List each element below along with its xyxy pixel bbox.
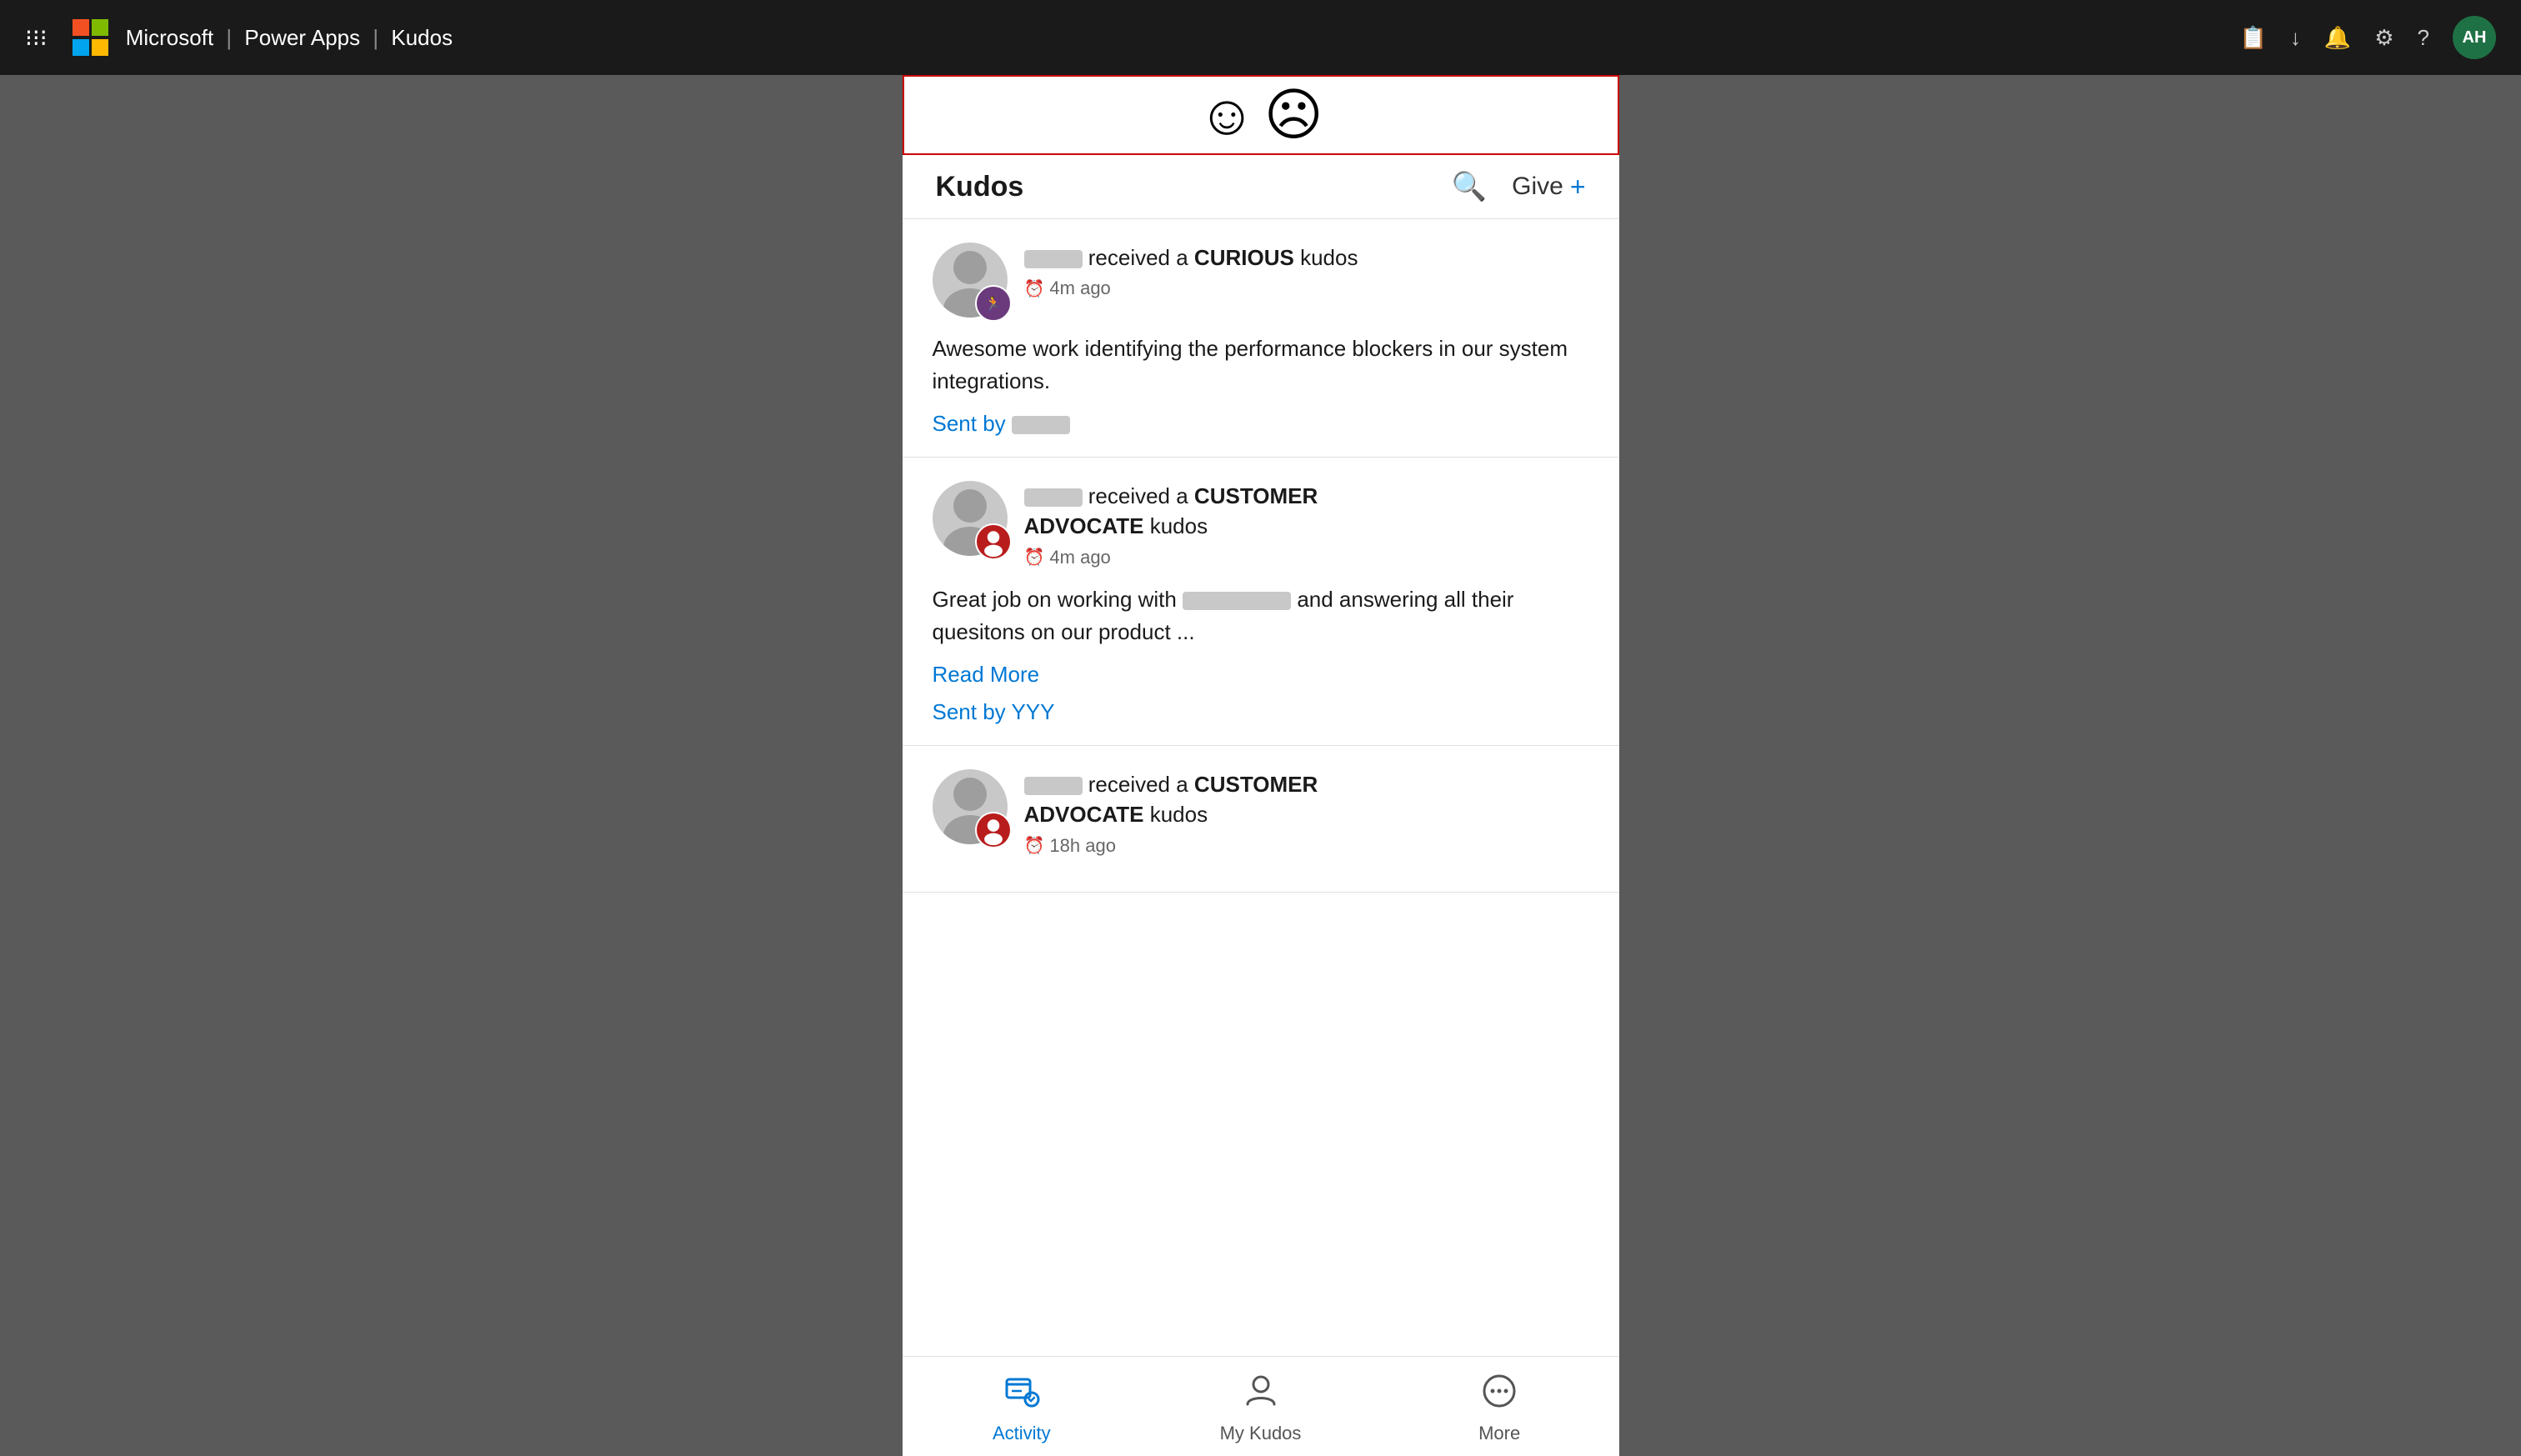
topbar: ⁝⁝⁝ Microsoft | Power Apps | Kudos 📋 ↓ 🔔… (0, 0, 2521, 75)
received-text: received a (1088, 772, 1194, 797)
search-button[interactable]: 🔍 (1452, 170, 1487, 203)
more-nav-label: More (1478, 1423, 1520, 1444)
kudos-badge (975, 812, 1012, 848)
recipient-avatar-wrapper: 🏃 (933, 243, 1008, 318)
received-text: received a (1088, 483, 1194, 508)
feed-item-time: ⏰ 4m ago (1024, 278, 1589, 299)
bottom-nav-my-kudos[interactable]: My Kudos (1141, 1373, 1380, 1444)
bottom-nav: Activity My Kudos (903, 1356, 1619, 1456)
topbar-separator: | (226, 25, 238, 50)
bottom-nav-activity[interactable]: Activity (903, 1373, 1142, 1444)
more-nav-icon (1481, 1373, 1518, 1409)
sent-by[interactable]: Sent by (933, 411, 1589, 437)
kudos-badge (975, 523, 1012, 560)
give-label: Give (1512, 173, 1563, 201)
ms-logo (73, 19, 109, 56)
topbar-right: 📋 ↓ 🔔 ⚙ ? AH (2239, 16, 2496, 59)
help-icon[interactable]: ? (2418, 25, 2429, 51)
recipient-avatar-wrapper (933, 481, 1008, 556)
clock-icon: ⏰ (1024, 278, 1045, 299)
recipient-avatar-wrapper (933, 769, 1008, 844)
feed-item-time: ⏰ 18h ago (1024, 835, 1589, 857)
time-label: 4m ago (1049, 278, 1110, 299)
recipient-name-blurred (1024, 777, 1083, 795)
notification-icon[interactable]: 🔔 (2324, 25, 2351, 51)
share-icon[interactable]: 📋 (2239, 25, 2266, 51)
sender-name-blurred (1012, 416, 1070, 434)
received-text: received a (1088, 245, 1194, 270)
svg-text:🏃: 🏃 (984, 295, 1001, 311)
feed-item-body: Awesome work identifying the performance… (933, 333, 1589, 398)
ms-logo-red (73, 19, 89, 36)
read-more-link[interactable]: Read More (933, 662, 1589, 688)
ms-logo-blue (73, 39, 89, 56)
kudos-title: Kudos (936, 171, 1024, 203)
feed-item-info: received a CUSTOMERADVOCATE kudos ⏰ 4m a… (1024, 481, 1589, 568)
topbar-separator2: | (373, 25, 384, 50)
feed-item-header: received a CUSTOMERADVOCATE kudos ⏰ 18h … (933, 769, 1589, 857)
kudos-titlebar: Kudos 🔍 Give + (903, 155, 1619, 219)
ms-logo-yellow (92, 39, 108, 56)
kudos-suffix: kudos (1150, 802, 1208, 827)
sad-face-icon: ☹ (1264, 87, 1323, 143)
download-icon[interactable]: ↓ (2290, 25, 2301, 51)
time-label: 18h ago (1049, 835, 1116, 857)
topbar-app-name: Power Apps (244, 25, 360, 50)
topbar-left: ⁝⁝⁝ Microsoft | Power Apps | Kudos (25, 19, 453, 56)
settings-icon[interactable]: ⚙ (2374, 25, 2393, 51)
emoji-header: ☺ ☹ (903, 75, 1619, 155)
recipient-name-blurred (1024, 250, 1083, 268)
kudos-title-actions: 🔍 Give + (1452, 170, 1586, 203)
feed-item-info: received a CURIOUS kudos ⏰ 4m ago (1024, 243, 1589, 299)
my-kudos-icon (1243, 1373, 1279, 1418)
feed-item: 🏃 received a CURIOUS kudos ⏰ (903, 219, 1619, 458)
activity-nav-label: Activity (993, 1423, 1051, 1444)
ms-logo-green (92, 19, 108, 36)
my-kudos-nav-label: My Kudos (1220, 1423, 1302, 1444)
feed-item-header: received a CUSTOMERADVOCATE kudos ⏰ 4m a… (933, 481, 1589, 568)
more-icon (1481, 1373, 1518, 1418)
time-label: 4m ago (1049, 547, 1110, 568)
feed-item: received a CUSTOMERADVOCATE kudos ⏰ 4m a… (903, 458, 1619, 746)
feed-item-header: 🏃 received a CURIOUS kudos ⏰ (933, 243, 1589, 318)
activity-icon (1003, 1373, 1040, 1418)
app-panel: ☺ ☹ Kudos 🔍 Give + (903, 75, 1619, 1456)
give-button[interactable]: Give + (1512, 172, 1585, 203)
waffle-icon[interactable]: ⁝⁝⁝ (25, 24, 48, 52)
mentioned-name-blurred (1183, 592, 1291, 610)
feed-container: 🏃 received a CURIOUS kudos ⏰ (903, 219, 1619, 1356)
kudos-suffix: kudos (1150, 513, 1208, 538)
kudos-suffix: kudos (1300, 245, 1358, 270)
feed-item-body: Great job on working with and answering … (933, 583, 1589, 648)
feed-item-title: received a CURIOUS kudos (1024, 243, 1589, 273)
topbar-microsoft-label: Microsoft (126, 25, 213, 50)
feed-item: received a CUSTOMERADVOCATE kudos ⏰ 18h … (903, 746, 1619, 893)
topbar-section-name: Kudos (391, 25, 453, 50)
recipient-name-blurred (1024, 488, 1083, 507)
user-avatar[interactable]: AH (2453, 16, 2496, 59)
main-area: ☺ ☹ Kudos 🔍 Give + (0, 75, 2521, 1456)
feed-item-info: received a CUSTOMERADVOCATE kudos ⏰ 18h … (1024, 769, 1589, 857)
feed-item-time: ⏰ 4m ago (1024, 547, 1589, 568)
feed-item-title: received a CUSTOMERADVOCATE kudos (1024, 481, 1589, 542)
kudos-type: CURIOUS (1194, 245, 1294, 270)
clock-icon: ⏰ (1024, 835, 1045, 856)
bottom-nav-more[interactable]: More (1380, 1373, 1619, 1444)
happy-face-icon: ☺ (1198, 87, 1255, 143)
sent-by[interactable]: Sent by YYY (933, 699, 1589, 725)
sender-name: YYY (1011, 699, 1054, 724)
give-plus-icon: + (1570, 172, 1586, 203)
kudos-badge: 🏃 (975, 285, 1012, 322)
feed-item-title: received a CUSTOMERADVOCATE kudos (1024, 769, 1589, 830)
topbar-brand: Microsoft | Power Apps | Kudos (126, 25, 453, 51)
person-nav-icon (1243, 1373, 1279, 1409)
curious-badge-icon: 🏃 (977, 287, 1010, 320)
customer-advocate-badge-icon (977, 525, 1010, 558)
activity-nav-icon (1003, 1373, 1040, 1409)
customer-advocate-badge-icon (977, 813, 1010, 847)
clock-icon: ⏰ (1024, 547, 1045, 568)
